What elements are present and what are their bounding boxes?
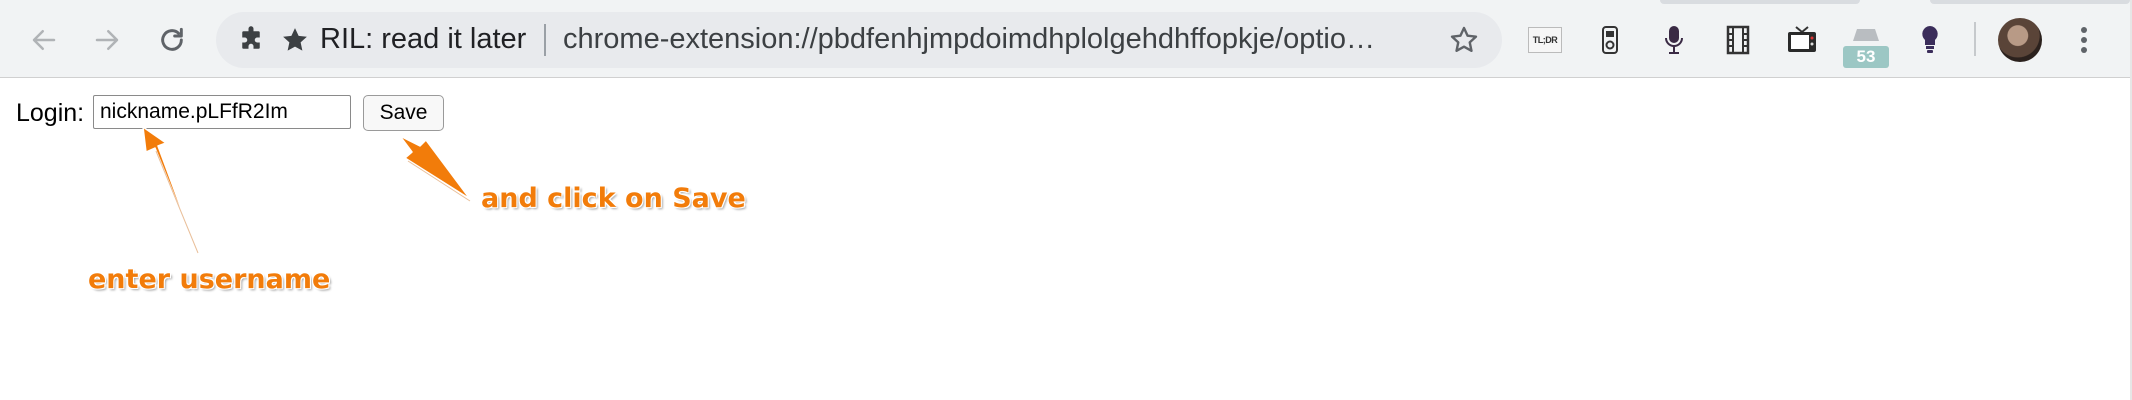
film-glyph — [1726, 25, 1750, 55]
toolbar-separator — [1974, 22, 1976, 56]
microphone-icon[interactable] — [1656, 22, 1692, 58]
back-arrow-icon — [32, 30, 56, 50]
save-button[interactable]: Save — [363, 95, 444, 131]
tab-strip-edge — [1930, 0, 2130, 4]
login-label: Login: — [16, 99, 85, 127]
forward-button[interactable] — [83, 16, 131, 64]
address-divider — [544, 24, 546, 56]
address-bar[interactable]: RIL: read it later chrome-extension://pb… — [216, 12, 1502, 68]
star-icon — [283, 28, 307, 51]
tldr-label: TL;DR — [1528, 27, 1562, 53]
url-text[interactable]: chrome-extension://pbdfenhjmpdoimdhplolg… — [563, 23, 1423, 56]
puzzle-piece-icon — [242, 26, 260, 49]
username-arrow — [142, 126, 198, 252]
microphone-glyph — [1665, 26, 1683, 54]
save-arrow — [399, 135, 471, 200]
forward-arrow-icon — [95, 30, 119, 50]
lightbulb-icon[interactable] — [1912, 22, 1948, 58]
reload-button[interactable] — [148, 16, 196, 64]
tv-glyph — [1788, 26, 1816, 52]
notification-badge: 53 — [1843, 46, 1889, 68]
film-strip-icon[interactable] — [1720, 22, 1756, 58]
more-menu-icon[interactable] — [2072, 20, 2096, 60]
profile-avatar[interactable] — [1998, 18, 2042, 62]
bookmark-star-icon[interactable] — [1448, 24, 1480, 56]
lightbulb-glyph — [1922, 26, 1938, 53]
ipod-glyph — [1602, 26, 1618, 54]
cloud-glyph — [1853, 29, 1879, 41]
save-hint-label: and click on Save — [481, 183, 746, 214]
reload-icon — [161, 27, 183, 51]
tab-strip-edge — [1660, 0, 1860, 4]
username-hint-label: enter username — [88, 264, 331, 295]
browser-toolbar: RIL: read it later chrome-extension://pb… — [0, 0, 2132, 78]
tv-icon[interactable] — [1784, 22, 1820, 58]
ipod-icon[interactable] — [1592, 22, 1628, 58]
back-button[interactable] — [20, 16, 68, 64]
login-input[interactable] — [93, 95, 351, 129]
tldr-extension-icon[interactable]: TL;DR — [1527, 22, 1563, 58]
page-title: RIL: read it later — [320, 23, 527, 55]
